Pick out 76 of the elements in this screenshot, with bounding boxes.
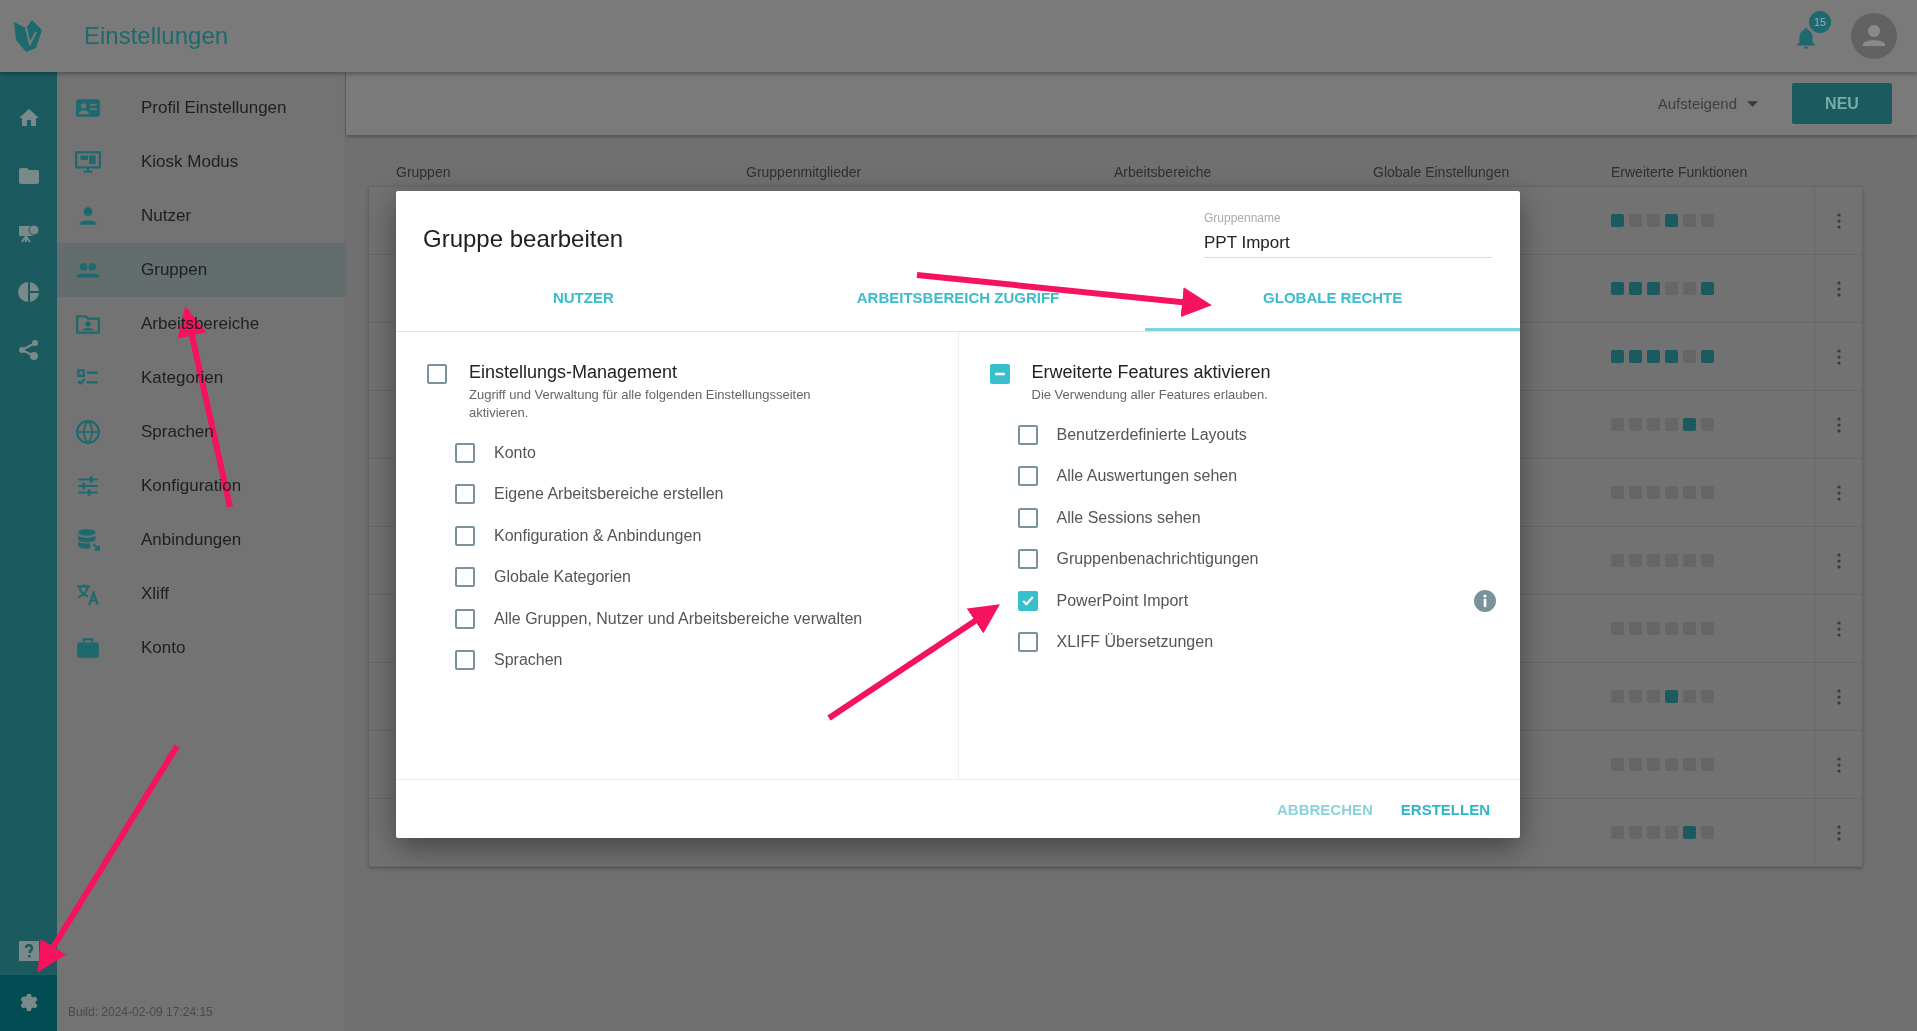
more-vertical-icon[interactable] [1836, 484, 1841, 501]
sliders-icon [75, 473, 101, 499]
checkbox[interactable] [427, 364, 447, 384]
column-header[interactable]: Arbeitsbereiche [1114, 164, 1373, 180]
group-name-field[interactable]: Gruppenname PPT Import [1204, 211, 1492, 258]
checkbox-label: XLIFF Übersetzungen [1056, 633, 1214, 652]
translate-icon [75, 581, 101, 607]
globe-icon [75, 419, 101, 445]
checkbox[interactable] [1017, 507, 1038, 528]
checkbox-label: Eigene Arbeitsbereiche erstellen [494, 485, 724, 504]
checkbox[interactable] [455, 650, 475, 671]
checkbox-label: Gruppenbenachrichtigungen [1056, 550, 1259, 569]
more-vertical-icon[interactable] [1836, 552, 1841, 569]
checkbox[interactable] [455, 442, 475, 463]
column-header[interactable]: Gruppenmitglieder [746, 164, 1114, 180]
dialog-button[interactable]: ERSTELLEN [1396, 794, 1494, 824]
more-vertical-icon[interactable] [1836, 280, 1841, 297]
page-title: Einstellungen [84, 22, 229, 50]
sidebar-item[interactable]: Nutzer [57, 189, 345, 243]
checkbox[interactable] [1017, 590, 1038, 611]
checkbox[interactable] [1017, 632, 1038, 653]
dialog-tab[interactable]: ARBEITSBEREICH ZUGRIFF [770, 267, 1146, 331]
sidebar-item[interactable]: Profil Einstellungen [57, 81, 345, 135]
checkbox-label: Sprachen [494, 651, 563, 670]
more-vertical-icon[interactable] [1836, 620, 1841, 637]
more-vertical-icon[interactable] [1836, 756, 1841, 773]
checkbox[interactable] [1017, 424, 1038, 445]
checkbox-label: Konto [494, 443, 536, 462]
section-title: Einstellungs-Management [469, 362, 679, 383]
avatar-icon[interactable] [1851, 13, 1897, 59]
sidebar-item[interactable]: Kiosk Modus [57, 135, 345, 189]
section-description: Zugriff und Verwaltung für alle folgenden Einstellungsseiten aktivieren. [469, 386, 812, 422]
sidebar-item[interactable]: Anbindungen [57, 513, 345, 567]
column-header[interactable]: Gruppen [396, 164, 746, 180]
checkbox[interactable] [455, 525, 475, 546]
section-description: Die Verwendung aller Features erlauben. [1031, 386, 1269, 404]
more-vertical-icon[interactable] [1836, 824, 1841, 841]
more-vertical-icon[interactable] [1836, 416, 1841, 433]
column-header[interactable]: Globale Einstellungen [1373, 164, 1611, 180]
checkbox[interactable] [455, 567, 475, 588]
checkbox-label: Alle Sessions sehen [1056, 508, 1201, 527]
more-vertical-icon[interactable] [1836, 212, 1841, 229]
checkbox-label: Alle Gruppen, Nutzer und Arbeitsbereiche verwalten [494, 609, 863, 628]
settings-rail-item[interactable] [0, 975, 57, 1031]
new-button[interactable]: NEU [1792, 83, 1892, 124]
sidebar-item[interactable]: Gruppen [57, 243, 345, 297]
column-header[interactable]: Erweiterte Funktionen [1611, 164, 1814, 180]
section-title: Erweiterte Features aktivieren [1031, 362, 1271, 383]
dialog-tab[interactable]: GLOBALE RECHTE [1145, 267, 1520, 331]
dialog-button[interactable]: ABBRECHEN [1272, 794, 1377, 824]
database-icon [75, 527, 101, 553]
help-icon[interactable] [16, 939, 41, 963]
checkbox[interactable] [455, 608, 475, 629]
checkbox-label: Alle Auswertungen sehen [1056, 467, 1238, 486]
checkbox-label: PowerPoint Import [1056, 591, 1189, 610]
checkbox[interactable] [1017, 549, 1038, 570]
notification-badge: 15 [1809, 11, 1831, 33]
sort-dropdown[interactable]: Aufsteigend [1657, 95, 1758, 112]
sidebar-item[interactable]: Xliff [57, 567, 345, 621]
briefcase-icon [75, 635, 101, 661]
share-icon[interactable] [16, 338, 41, 362]
checkbox-label: Benutzerdefinierte Layouts [1056, 425, 1247, 444]
dialog-title: Gruppe bearbeiten [423, 225, 624, 253]
info-icon[interactable] [1474, 589, 1496, 612]
more-vertical-icon[interactable] [1836, 348, 1841, 365]
more-vertical-icon[interactable] [1836, 688, 1841, 705]
checkbox[interactable] [1017, 466, 1038, 487]
sidebar-item[interactable]: Konto [57, 621, 345, 675]
pie-chart-icon[interactable] [16, 280, 41, 304]
checkbox[interactable] [989, 364, 1010, 384]
checkbox[interactable] [455, 484, 475, 505]
caret-icon [1747, 100, 1758, 107]
monitor-icon [75, 149, 101, 175]
checkbox-label: Globale Kategorien [494, 568, 631, 587]
checkbox-label: Konfiguration & Anbindungen [494, 526, 702, 545]
dialog-tab[interactable]: NUTZER [396, 267, 771, 331]
